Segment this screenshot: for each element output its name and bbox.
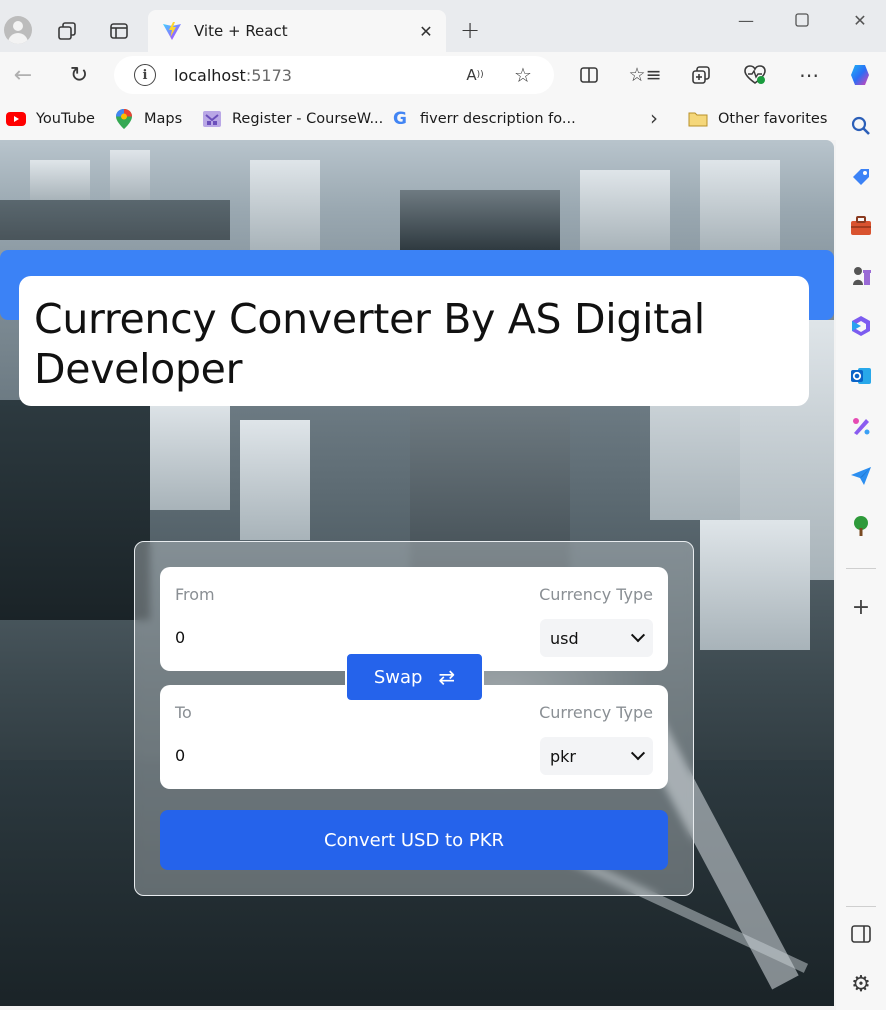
refresh-icon[interactable]: ↻ bbox=[66, 62, 92, 88]
to-label: To bbox=[175, 703, 192, 722]
profile-avatar-icon[interactable] bbox=[4, 16, 32, 44]
favorite-register[interactable]: Register - CourseW... bbox=[202, 108, 383, 130]
close-window-icon[interactable]: ✕ bbox=[846, 6, 874, 34]
workspaces-icon[interactable] bbox=[54, 18, 80, 44]
to-currency-type-label: Currency Type bbox=[539, 703, 653, 722]
from-currency-type-label: Currency Type bbox=[539, 585, 653, 604]
back-icon[interactable]: ← bbox=[10, 62, 36, 88]
outlook-icon[interactable] bbox=[848, 363, 874, 389]
send-feedback-plane-icon[interactable] bbox=[848, 463, 874, 489]
chevron-down-icon bbox=[630, 628, 646, 643]
browser-essentials-icon[interactable] bbox=[742, 62, 768, 88]
sidebar-divider bbox=[846, 568, 876, 569]
more-favorites-chevron-icon[interactable]: › bbox=[642, 106, 666, 130]
tools-briefcase-icon[interactable] bbox=[848, 213, 874, 239]
from-label: From bbox=[175, 585, 215, 604]
tree-icon[interactable] bbox=[848, 513, 874, 539]
tab-vite-react[interactable]: Vite + React ✕ bbox=[148, 10, 446, 52]
designer-icon[interactable] bbox=[848, 413, 874, 439]
favorite-star-icon[interactable]: ☆ bbox=[510, 62, 536, 88]
new-tab-icon[interactable]: + bbox=[456, 16, 484, 44]
read-aloud-icon[interactable]: A)) bbox=[462, 62, 488, 88]
hide-sidebar-icon[interactable] bbox=[848, 921, 874, 947]
other-favorites[interactable]: Other favorites bbox=[688, 108, 827, 130]
folder-icon bbox=[688, 110, 708, 128]
sidebar-divider bbox=[846, 906, 876, 907]
split-screen-icon[interactable] bbox=[576, 62, 602, 88]
convert-button[interactable]: Convert USD to PKR bbox=[160, 810, 668, 870]
converter-panel: From 0 Currency Type usd To 0 Currency T… bbox=[134, 541, 694, 896]
more-menu-icon[interactable]: ⋯ bbox=[796, 62, 822, 88]
course-icon bbox=[202, 110, 222, 128]
from-amount-input[interactable]: 0 bbox=[175, 628, 185, 647]
vite-favicon-icon bbox=[162, 21, 182, 41]
youtube-icon bbox=[6, 110, 26, 128]
to-amount-input[interactable]: 0 bbox=[175, 746, 185, 765]
add-sidebar-app-icon[interactable]: + bbox=[848, 594, 874, 620]
tab-actions-icon[interactable] bbox=[106, 18, 132, 44]
favorite-fiverr[interactable]: G fiverr description fo... bbox=[390, 108, 576, 130]
minimize-icon[interactable]: — bbox=[732, 6, 760, 34]
to-currency-select[interactable]: pkr bbox=[540, 737, 653, 775]
favorite-maps[interactable]: Maps bbox=[114, 108, 182, 130]
title-card: Currency Converter By AS Digital Develop… bbox=[19, 276, 809, 406]
from-currency-select[interactable]: usd bbox=[540, 619, 653, 657]
address-bar[interactable]: i localhost:5173 A)) ☆ bbox=[114, 56, 554, 94]
maps-pin-icon bbox=[114, 109, 134, 129]
copilot-icon[interactable] bbox=[846, 60, 876, 90]
maximize-icon[interactable] bbox=[788, 6, 816, 34]
swap-arrows-icon: ⇄ bbox=[438, 665, 456, 689]
swap-button[interactable]: Swap ⇄ bbox=[345, 652, 484, 702]
site-info-icon[interactable]: i bbox=[134, 64, 156, 86]
chevron-down-icon bbox=[630, 746, 646, 761]
tab-title: Vite + React bbox=[194, 22, 288, 40]
collections-icon[interactable] bbox=[688, 62, 714, 88]
microsoft-365-icon[interactable] bbox=[848, 313, 874, 339]
close-tab-icon[interactable]: ✕ bbox=[412, 17, 440, 45]
google-icon: G bbox=[393, 109, 407, 129]
sidebar-settings-gear-icon[interactable]: ⚙ bbox=[848, 971, 874, 997]
games-chess-icon[interactable] bbox=[848, 263, 874, 289]
url-text: localhost:5173 bbox=[174, 65, 292, 85]
page-title: Currency Converter By AS Digital Develop… bbox=[34, 295, 705, 393]
favorites-icon[interactable]: ☆≡ bbox=[629, 62, 662, 88]
search-icon[interactable] bbox=[848, 113, 874, 139]
shopping-tag-icon[interactable] bbox=[848, 164, 874, 190]
page-viewport: Currency Converter By AS Digital Develop… bbox=[0, 140, 834, 1006]
favorite-youtube[interactable]: YouTube bbox=[6, 108, 95, 130]
